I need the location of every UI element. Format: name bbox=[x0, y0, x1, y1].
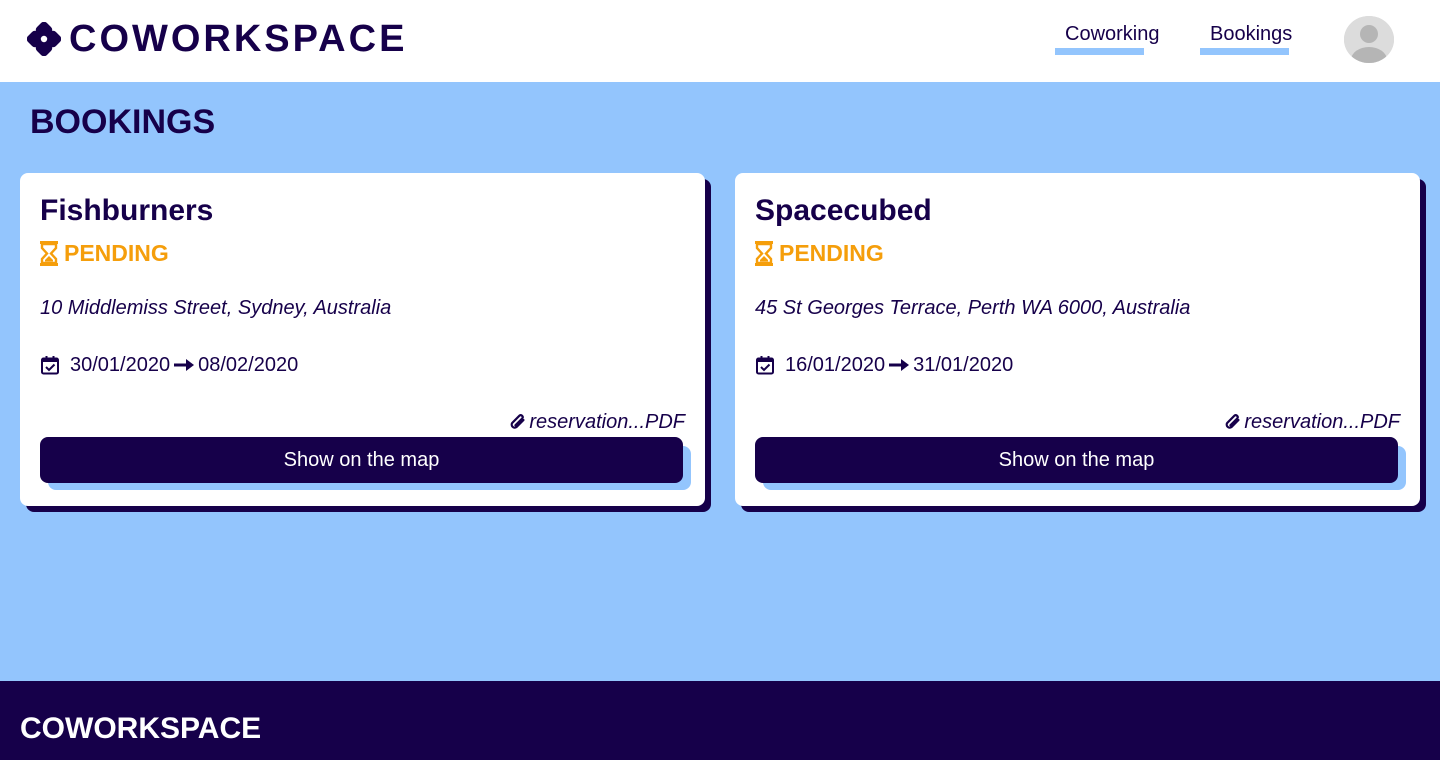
booking-end-date: 31/01/2020 bbox=[913, 354, 1014, 376]
nav-coworking-link[interactable]: Coworking bbox=[1055, 22, 1160, 55]
nav-bookings-underline bbox=[1200, 48, 1290, 55]
footer: COWORKSPACE bbox=[0, 681, 1440, 760]
user-avatar[interactable] bbox=[1344, 16, 1394, 63]
arrow-right-icon bbox=[174, 359, 195, 371]
nav-coworking-label: Coworking bbox=[1065, 23, 1160, 45]
calendar-check-icon bbox=[41, 356, 59, 375]
page-title: BOOKINGS bbox=[30, 103, 216, 141]
booking-name: Spacecubed bbox=[755, 194, 932, 227]
show-on-map-button[interactable]: Show on the map bbox=[40, 437, 683, 483]
brand-name: COWORKSPACE bbox=[69, 18, 408, 60]
reservation-pdf-label: reservation...PDF bbox=[1244, 411, 1400, 433]
booking-dates: 30/01/2020 08/02/2020 bbox=[40, 352, 298, 378]
paperclip-icon bbox=[511, 414, 525, 429]
arrow-right-icon bbox=[889, 359, 910, 371]
calendar-check-icon bbox=[756, 356, 774, 375]
booking-end-date: 08/02/2020 bbox=[198, 354, 299, 376]
booking-status-label: PENDING bbox=[64, 240, 169, 266]
hourglass-icon bbox=[40, 240, 58, 266]
booking-address: 10 Middlemiss Street, Sydney, Australia bbox=[40, 297, 392, 319]
booking-start-date: 30/01/2020 bbox=[70, 354, 171, 376]
user-avatar-icon bbox=[1344, 16, 1394, 63]
booking-status-label: PENDING bbox=[779, 240, 884, 266]
reservation-pdf-label: reservation...PDF bbox=[529, 411, 685, 433]
reservation-pdf-link[interactable]: reservation...PDF bbox=[1224, 409, 1400, 435]
brand-home-link[interactable]: COWORKSPACE bbox=[27, 14, 407, 64]
booking-address: 45 St Georges Terrace, Perth WA 6000, Au… bbox=[755, 297, 1191, 319]
booking-status: PENDING bbox=[755, 239, 884, 267]
booking-dates: 16/01/2020 31/01/2020 bbox=[755, 352, 1013, 378]
coworkspace-logo-icon bbox=[27, 22, 61, 56]
footer-brand: COWORKSPACE bbox=[20, 712, 262, 745]
booking-card: Spacecubed PENDING 45 St Georges Terrace… bbox=[735, 173, 1420, 506]
nav-bookings-link[interactable]: Bookings bbox=[1200, 22, 1293, 55]
booking-card: Fishburners PENDING 10 Middlemiss Street… bbox=[20, 173, 705, 506]
booking-name: Fishburners bbox=[40, 194, 214, 227]
show-on-map-button[interactable]: Show on the map bbox=[755, 437, 1398, 483]
hourglass-icon bbox=[755, 240, 773, 266]
reservation-pdf-link[interactable]: reservation...PDF bbox=[509, 409, 685, 435]
top-navbar: COWORKSPACE Coworking Bookings bbox=[0, 0, 1440, 82]
booking-status: PENDING bbox=[40, 239, 169, 267]
paperclip-icon bbox=[1226, 414, 1240, 429]
nav-coworking-underline bbox=[1055, 48, 1145, 55]
nav-bookings-label: Bookings bbox=[1210, 23, 1293, 45]
booking-start-date: 16/01/2020 bbox=[785, 354, 886, 376]
